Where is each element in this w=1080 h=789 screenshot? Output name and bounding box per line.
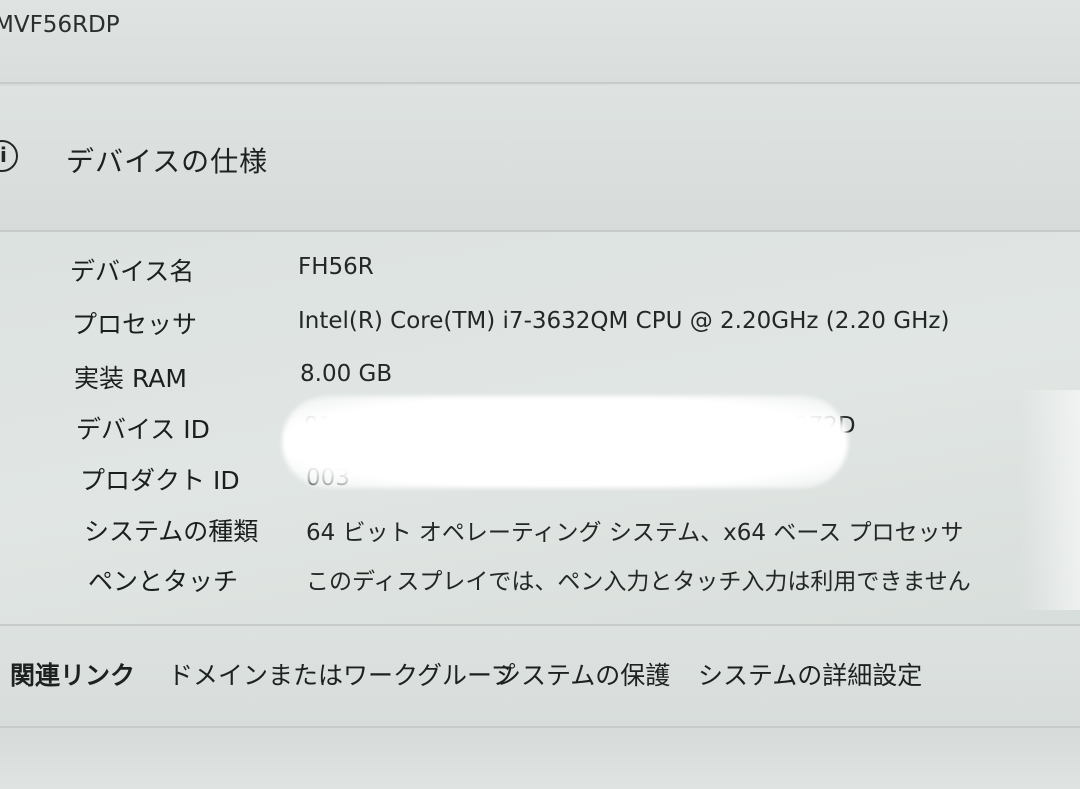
spec-label: デバイス名 [70, 257, 195, 286]
title-divider [0, 82, 1080, 84]
section-title: デバイスの仕様 [66, 145, 269, 178]
spec-label: ペンとタッチ [88, 567, 239, 596]
spec-row-processor: プロセッサ Intel(R) Core(TM) i7-3632QM CPU @ … [72, 305, 1002, 345]
spec-label: プロセッサ [72, 310, 198, 339]
window-title: MVF56RDP [0, 12, 120, 38]
spec-value: FH56R [298, 254, 374, 280]
spec-value: 64 ビット オペレーティング システム、x64 ベース プロセッサ [306, 520, 964, 546]
spec-row-pen-touch: ペンとタッチ このディスプレイでは、ペン入力とタッチ入力は利用できません [88, 562, 988, 602]
screen-glare [1020, 390, 1080, 610]
spec-row-device-name: デバイス名 FH56R [70, 252, 970, 292]
spec-value: 8.00 GB [300, 361, 393, 387]
advanced-system-settings-link[interactable]: システムの詳細設定 [698, 656, 922, 692]
system-protection-link[interactable]: システムの保護 [496, 656, 670, 692]
spec-label: 実装 RAM [74, 364, 187, 393]
spec-value: Intel(R) Core(TM) i7-3632QM CPU @ 2.20GH… [298, 308, 950, 334]
spec-row-system-type: システムの種類 64 ビット オペレーティング システム、x64 ベース プロセ… [84, 512, 984, 552]
screen: MVF56RDP i デバイスの仕様 デバイス名 FH56R プロセッサ Int… [0, 0, 1080, 789]
domain-workgroup-link[interactable]: ドメインまたはワークグループ [168, 656, 516, 692]
spec-label: プロダクト ID [80, 466, 240, 495]
spec-value: このディスプレイでは、ペン入力とタッチ入力は利用できません [306, 569, 971, 595]
spec-label: デバイス ID [76, 415, 210, 444]
redaction-blur [282, 396, 848, 488]
bottom-area [0, 728, 1080, 789]
related-links-heading: 関連リンク [10, 661, 136, 690]
spec-row-ram: 実装 RAM 8.00 GB [74, 359, 974, 399]
title-bar [0, 0, 1080, 82]
spec-label: システムの種類 [84, 517, 259, 546]
